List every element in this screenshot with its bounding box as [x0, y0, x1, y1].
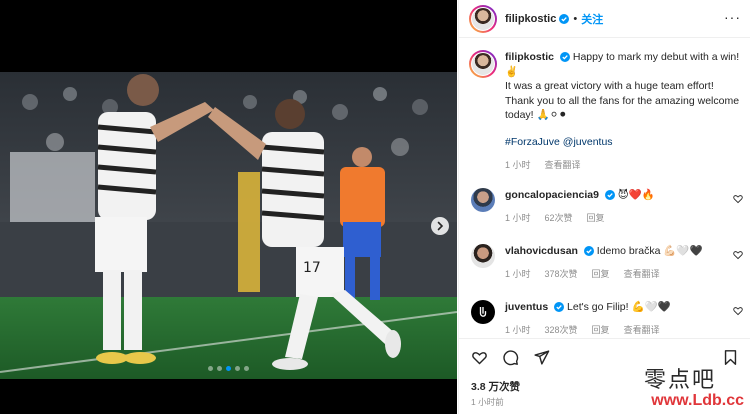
comment-icon[interactable]	[502, 349, 519, 366]
likes-count[interactable]: 3.8 万次赞	[471, 379, 520, 394]
svg-text:17: 17	[303, 260, 321, 276]
more-options-button[interactable]: ···	[724, 10, 741, 24]
comment-item: goncalopaciencia9 😈❤️🔥 1 小时 62次赞 回复	[469, 188, 747, 225]
author-username[interactable]: filipkostic	[505, 13, 556, 25]
carousel-dot	[226, 366, 231, 371]
avatar-image	[472, 53, 494, 75]
commenter-avatar[interactable]	[471, 300, 495, 324]
verified-badge-icon	[554, 302, 565, 313]
media-panel: 17	[0, 0, 457, 414]
carousel-next-button[interactable]	[431, 217, 449, 235]
comment-likes[interactable]: 378次赞	[545, 267, 578, 281]
juventus-logo-icon	[479, 307, 487, 317]
commenter-avatar[interactable]	[471, 244, 495, 268]
comment-time: 1 小时	[505, 325, 531, 335]
post-header: filipkostic • 关注 ···	[459, 0, 750, 38]
comment-text: Let's go Filip! 💪🤍🖤	[567, 301, 671, 313]
verified-badge-icon	[559, 13, 570, 24]
post-details: filipkostic • 关注 ··· filipkostic Happy t…	[458, 0, 750, 414]
post-photo[interactable]: 17	[0, 72, 457, 379]
caption-avatar[interactable]	[469, 50, 497, 78]
carousel-dot	[244, 366, 249, 371]
comment-item: vlahovicdusan Idemo bračka 💪🏻🤍🖤 1 小时 378…	[469, 244, 747, 281]
heart-outline-icon[interactable]	[733, 250, 743, 260]
share-send-icon[interactable]	[533, 349, 550, 366]
comment-time: 1 小时	[505, 269, 531, 279]
comment-time: 1 小时	[505, 213, 531, 223]
verified-badge-icon	[583, 246, 594, 257]
chevron-right-icon	[437, 221, 444, 231]
see-translation-button[interactable]: 查看翻译	[545, 158, 581, 173]
follow-button[interactable]: 关注	[581, 11, 603, 27]
verified-badge-icon	[604, 190, 615, 201]
commenter-avatar[interactable]	[471, 188, 495, 212]
separator-dot: •	[573, 12, 578, 25]
author-avatar[interactable]	[469, 4, 497, 33]
bookmark-icon[interactable]	[722, 349, 739, 366]
see-translation-button[interactable]: 查看翻译	[624, 267, 660, 281]
carousel-dot	[208, 366, 213, 371]
avatar-image	[472, 7, 494, 30]
reply-button[interactable]: 回复	[592, 267, 610, 281]
comment-likes[interactable]: 62次赞	[545, 211, 573, 225]
heart-outline-icon[interactable]	[733, 194, 743, 204]
comment-username[interactable]: juventus	[505, 301, 548, 313]
caption-line-2: It was a great victory with a huge team …	[505, 80, 740, 121]
mention-link[interactable]: @juventus	[563, 136, 613, 148]
like-heart-icon[interactable]	[471, 349, 488, 366]
caption-username[interactable]: filipkostic	[505, 51, 554, 63]
action-bar: 3.8 万次赞 1 小时前	[459, 338, 750, 414]
comments-section[interactable]: filipkostic Happy to mark my debut with …	[459, 38, 750, 338]
comment-username[interactable]: vlahovicdusan	[505, 245, 578, 257]
reply-button[interactable]: 回复	[587, 211, 605, 225]
verified-badge-icon	[559, 52, 570, 63]
comment-text: Idemo bračka 💪🏻🤍🖤	[596, 245, 703, 257]
post-photo-image: 17	[0, 72, 457, 379]
comment-likes[interactable]: 328次赞	[545, 323, 578, 337]
carousel-dots	[0, 366, 457, 371]
reply-button[interactable]: 回复	[592, 323, 610, 337]
carousel-dot	[235, 366, 240, 371]
see-translation-button[interactable]: 查看翻译	[624, 323, 660, 337]
hashtag-link[interactable]: #ForzaJuve	[505, 136, 560, 148]
comment-item: juventus Let's go Filip! 💪🤍🖤 1 小时 328次赞 …	[469, 300, 747, 337]
comment-text: 😈❤️🔥	[617, 189, 655, 201]
caption-time: 1 小时	[505, 160, 531, 170]
post-timestamp: 1 小时前	[471, 397, 504, 407]
comment-username[interactable]: goncalopaciencia9	[505, 189, 599, 201]
heart-outline-icon[interactable]	[733, 306, 743, 316]
post-caption: filipkostic Happy to mark my debut with …	[469, 50, 744, 173]
carousel-dot	[217, 366, 222, 371]
